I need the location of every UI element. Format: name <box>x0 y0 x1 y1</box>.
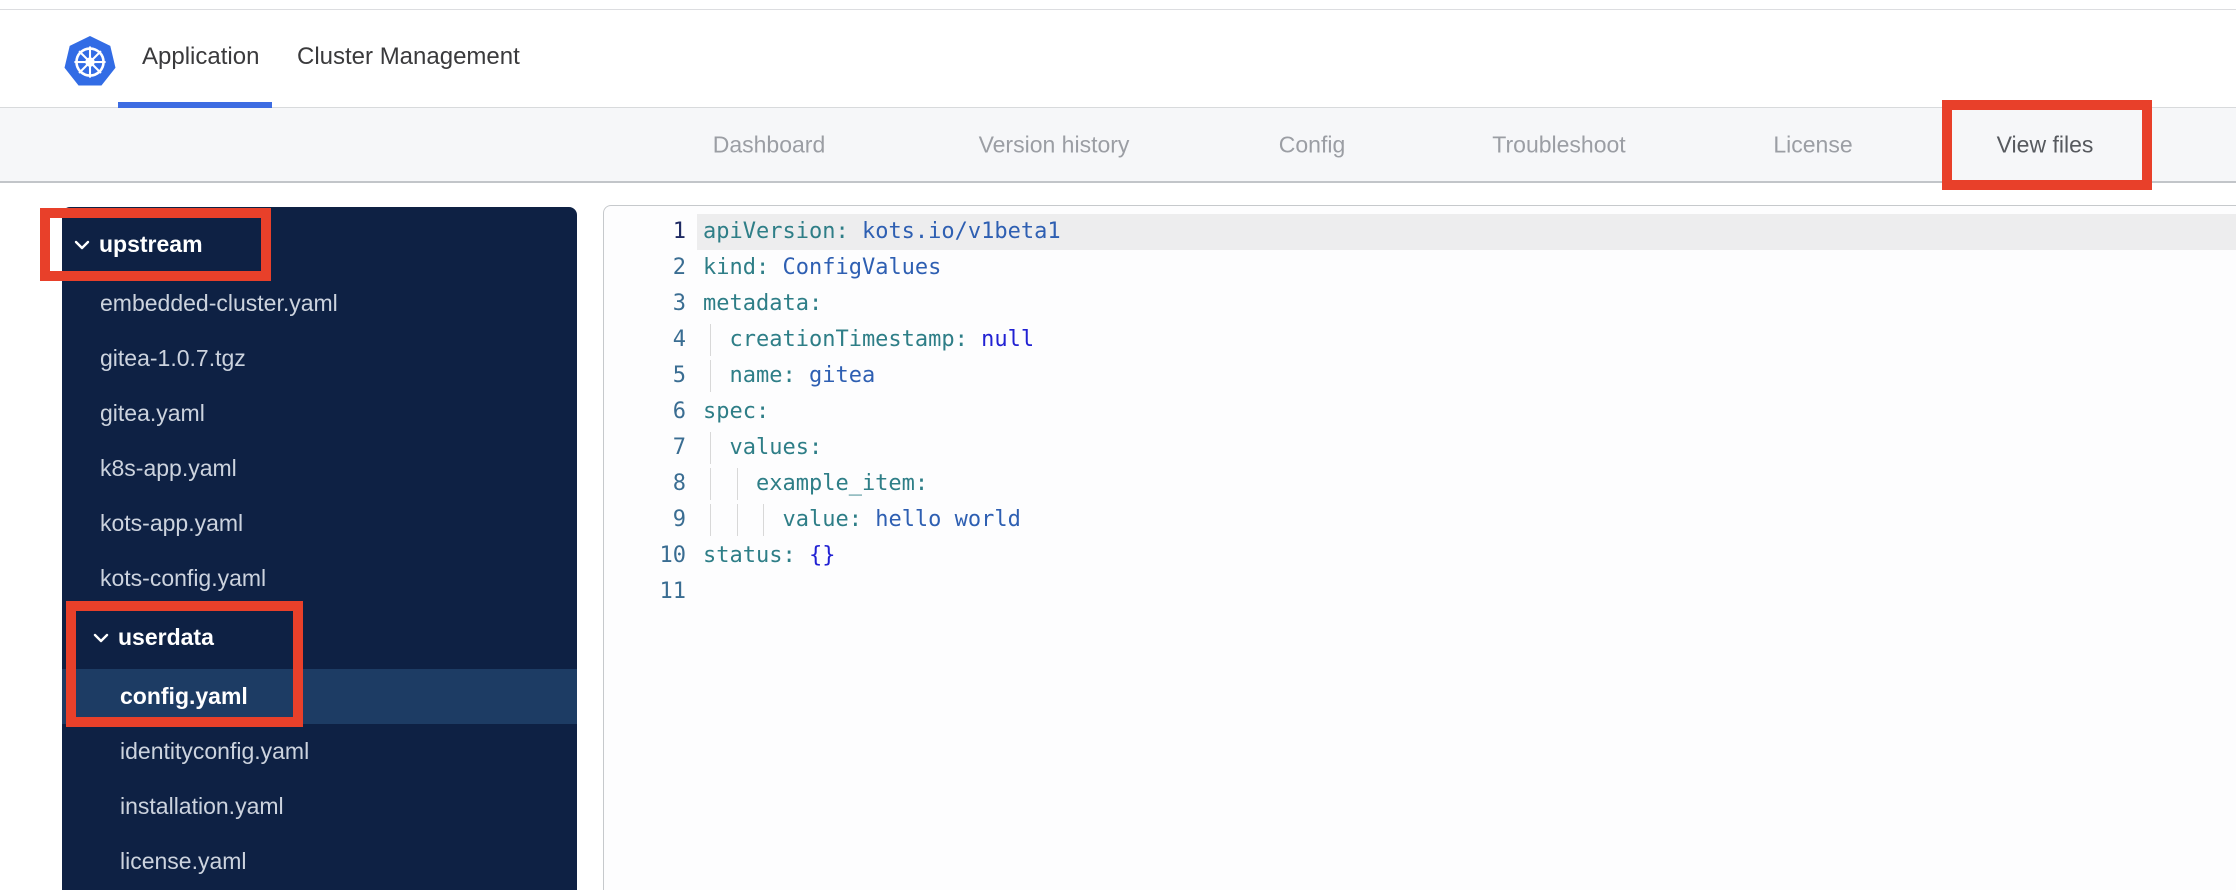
line-number: 6 <box>672 399 686 424</box>
code-line-text: value: hello world <box>697 502 2236 538</box>
file-tree-sidebar: upstream embedded-cluster.yaml gitea-1.0.7… <box>62 207 577 890</box>
app-subnav: Dashboard Version history Config Trouble… <box>0 108 2236 291</box>
code-line-text: spec: <box>703 399 770 424</box>
code-line-text: kind: ConfigValues <box>703 255 942 280</box>
tab-cluster-management[interactable]: Cluster Management <box>297 43 520 71</box>
line-number: 2 <box>672 255 686 280</box>
tree-item-label: userdata <box>118 624 214 650</box>
tab-troubleshoot[interactable]: Troubleshoot <box>1492 131 1625 158</box>
line-number: 3 <box>672 291 686 316</box>
tab-view-files[interactable]: View files <box>1997 131 2094 158</box>
code-line-text <box>697 574 2236 610</box>
tree-folder-userdata[interactable]: userdata <box>62 610 577 665</box>
indent-guide <box>710 324 711 356</box>
tree-item-label: kots-config.yaml <box>100 565 267 591</box>
app-header: Application Cluster Management <box>0 10 2236 108</box>
indent-guide <box>763 504 764 536</box>
chevron-down-icon <box>74 240 90 250</box>
tab-dashboard[interactable]: Dashboard <box>713 131 826 158</box>
tree-item-label: config.yaml <box>120 683 248 709</box>
tab-config[interactable]: Config <box>1279 131 1345 158</box>
code-line-5: 5 name: gitea <box>604 358 2236 394</box>
code-line-6: 6 spec: <box>604 394 2236 430</box>
tree-file-k8s-app-yaml[interactable]: k8s-app.yaml <box>62 441 577 496</box>
code-line-2: 2 kind: ConfigValues <box>604 250 2236 286</box>
tree-file-gitea-yaml[interactable]: gitea.yaml <box>62 386 577 441</box>
code-line-text: metadata: <box>703 291 823 316</box>
code-line-3: 3 metadata: <box>604 286 2236 322</box>
code-line-text: creationTimestamp: null <box>697 322 2236 358</box>
code-line-1: 1 apiVersion: kots.io/v1beta1 <box>604 214 2236 250</box>
kubernetes-logo-icon <box>64 35 116 87</box>
code-line-9: 9 value: hello world <box>604 502 2236 538</box>
code-line-text: name: gitea <box>697 358 2236 394</box>
tree-file-license-yaml[interactable]: license.yaml <box>62 834 577 889</box>
chevron-down-icon <box>93 633 109 643</box>
tree-item-label: identityconfig.yaml <box>120 738 310 764</box>
indent-guide <box>736 504 738 536</box>
tree-item-label: k8s-app.yaml <box>100 455 237 481</box>
tree-item-label: kots-app.yaml <box>100 510 244 536</box>
line-number: 9 <box>672 507 686 532</box>
tree-item-label: gitea-1.0.7.tgz <box>100 345 246 371</box>
code-line-text: apiVersion: kots.io/v1beta1 <box>697 214 2236 250</box>
line-number: 10 <box>659 543 687 568</box>
tree-file-kots-app-yaml[interactable]: kots-app.yaml <box>62 496 577 551</box>
tab-license[interactable]: License <box>1773 131 1852 158</box>
tree-file-identityconfig-yaml[interactable]: identityconfig.yaml <box>62 724 577 779</box>
tree-item-label: gitea.yaml <box>100 400 205 426</box>
line-number: 11 <box>659 579 687 604</box>
tree-file-installation-yaml[interactable]: installation.yaml <box>62 779 577 834</box>
line-number: 8 <box>672 471 686 496</box>
tree-item-label: upstream <box>99 231 203 257</box>
code-line-text: values: <box>697 430 2236 466</box>
line-number: 4 <box>672 327 686 352</box>
indent-guide <box>710 504 711 536</box>
tree-file-kots-config-yaml[interactable]: kots-config.yaml <box>62 551 577 606</box>
tab-version-history[interactable]: Version history <box>979 131 1130 158</box>
code-line-text: status: {} <box>703 543 836 568</box>
line-number: 5 <box>672 363 686 388</box>
line-number: 1 <box>672 219 686 244</box>
tree-item-label: installation.yaml <box>120 793 284 819</box>
tree-file-config-yaml[interactable]: config.yaml <box>62 669 577 724</box>
indent-guide <box>736 468 738 500</box>
code-line-8: 8 example_item: <box>604 466 2236 502</box>
tab-application[interactable]: Application <box>142 43 259 71</box>
code-line-7: 7 values: <box>604 430 2236 466</box>
code-line-10: 10 status: {} <box>604 538 2236 574</box>
file-content-editor[interactable]: 1 apiVersion: kots.io/v1beta1 2 kind: Confi… <box>603 205 2236 890</box>
line-number: 7 <box>672 435 686 460</box>
code-line-11: 11 <box>604 574 2236 610</box>
tree-item-label: embedded-cluster.yaml <box>100 290 338 316</box>
indent-guide <box>710 432 711 464</box>
tree-file-gitea-1-0-7-tgz[interactable]: gitea-1.0.7.tgz <box>62 331 577 386</box>
tree-item-label: license.yaml <box>120 848 247 874</box>
tree-folder-upstream[interactable]: upstream <box>62 217 577 272</box>
indent-guide <box>710 360 711 392</box>
tree-file-embedded-cluster-yaml[interactable]: embedded-cluster.yaml <box>62 276 577 331</box>
code-line-4: 4 creationTimestamp: null <box>604 322 2236 358</box>
code-line-text: example_item: <box>697 466 2236 502</box>
indent-guide <box>710 468 711 500</box>
